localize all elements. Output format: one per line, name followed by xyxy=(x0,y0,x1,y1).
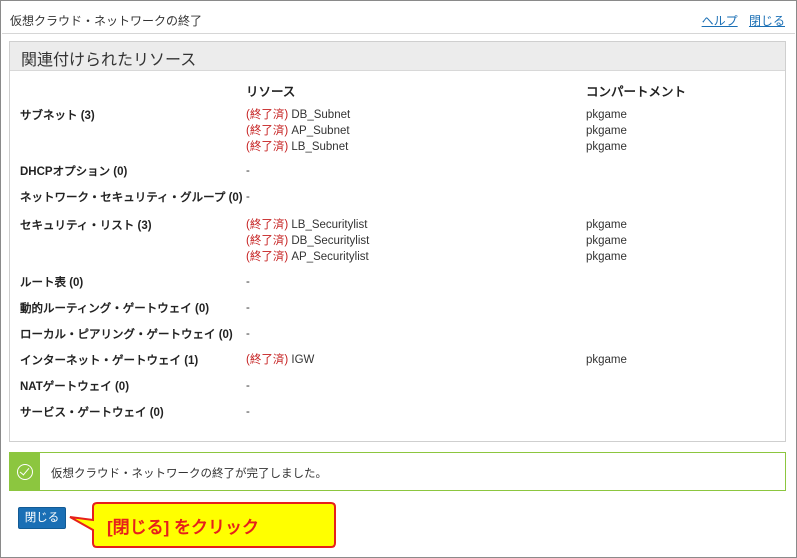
resource-list: - xyxy=(246,300,250,316)
resource-name: LB_Securitylist xyxy=(291,219,368,231)
success-message: 仮想クラウド・ネットワークの終了が完了しました。 xyxy=(51,468,327,480)
resource-type-label: ルート表 (0) xyxy=(20,277,84,289)
panel-heading: 関連付けられたリソース xyxy=(10,42,785,71)
terminated-status: (終了済) xyxy=(246,125,289,137)
empty-value: - xyxy=(246,328,250,340)
close-button[interactable]: 閉じる xyxy=(18,507,66,529)
compartment-name: pkgame xyxy=(586,109,627,121)
resource-item: (終了済) DB_Subnet xyxy=(246,107,350,123)
callout-annotation: [閉じる] をクリック xyxy=(67,500,337,550)
header-links: ヘルプ 閉じる xyxy=(694,12,785,29)
resource-list: (終了済) LB_Securitylist (終了済) DB_Securityli… xyxy=(246,217,369,265)
resource-item: (終了済) AP_Securitylist xyxy=(246,249,369,265)
help-link[interactable]: ヘルプ xyxy=(702,14,738,28)
compartment-list: pkgame pkgame pkgame xyxy=(586,217,627,265)
resource-list: - xyxy=(246,274,250,290)
check-circle-icon xyxy=(17,464,33,480)
empty-value: - xyxy=(246,276,250,288)
resource-item: (終了済) DB_Securitylist xyxy=(246,233,369,249)
terminated-status: (終了済) xyxy=(246,141,289,153)
resource-name: AP_Subnet xyxy=(291,125,350,137)
compartment-list: pkgame xyxy=(586,352,627,368)
terminated-status: (終了済) xyxy=(246,251,289,263)
resource-type-label: セキュリティ・リスト (3) xyxy=(20,220,152,232)
resource-list: - xyxy=(246,378,250,394)
close-link[interactable]: 閉じる xyxy=(749,14,785,28)
resource-name: IGW xyxy=(291,354,315,366)
callout-text: [閉じる] をクリック xyxy=(107,518,260,537)
compartment-name: pkgame xyxy=(586,219,627,231)
resource-type-label: サブネット (3) xyxy=(20,110,95,122)
dialog-frame: 仮想クラウド・ネットワークの終了 ヘルプ 閉じる 関連付けられたリソース リソー… xyxy=(0,0,797,558)
terminated-status: (終了済) xyxy=(246,235,289,247)
empty-value: - xyxy=(246,380,250,392)
dialog-header: 仮想クラウド・ネットワークの終了 ヘルプ 閉じる xyxy=(2,2,795,34)
resource-item: (終了済) LB_Subnet xyxy=(246,139,350,155)
resource-type-label: NATゲートウェイ (0) xyxy=(20,381,130,393)
success-banner: 仮想クラウド・ネットワークの終了が完了しました。 xyxy=(9,452,786,491)
empty-value: - xyxy=(246,406,250,418)
resource-name: LB_Subnet xyxy=(291,141,349,153)
resource-type-label: インターネット・ゲートウェイ (1) xyxy=(20,355,199,367)
empty-value: - xyxy=(246,302,250,314)
resource-list: (終了済) IGW xyxy=(246,352,314,368)
resource-type-label: サービス・ゲートウェイ (0) xyxy=(20,407,164,419)
compartment-name: pkgame xyxy=(586,354,627,366)
resource-type-label: 動的ルーティング・ゲートウェイ (0) xyxy=(20,303,210,315)
resource-type-label: ネットワーク・セキュリティ・グループ (0) xyxy=(20,192,243,204)
success-icon-box xyxy=(10,453,40,490)
resource-list: - xyxy=(246,163,250,179)
resource-type-label: DHCPオプション (0) xyxy=(20,166,128,178)
resource-item: (終了済) IGW xyxy=(246,352,314,368)
resource-list: (終了済) DB_Subnet (終了済) AP_Subnet (終了済) LB_S… xyxy=(246,107,350,155)
resource-name: DB_Subnet xyxy=(291,109,351,121)
terminated-status: (終了済) xyxy=(246,354,289,366)
resource-item: (終了済) AP_Subnet xyxy=(246,123,350,139)
associated-resources-panel: 関連付けられたリソース リソース コンパートメント サブネット (3) (終了済)… xyxy=(9,41,786,442)
column-header-resource: リソース xyxy=(246,85,296,99)
compartment-name: pkgame xyxy=(586,125,627,137)
resource-list: - xyxy=(246,326,250,342)
terminated-status: (終了済) xyxy=(246,219,289,231)
resource-list: - xyxy=(246,189,250,205)
resource-item: (終了済) LB_Securitylist xyxy=(246,217,369,233)
compartment-name: pkgame xyxy=(586,251,627,263)
compartment-name: pkgame xyxy=(586,235,627,247)
compartment-list: pkgame pkgame pkgame xyxy=(586,107,627,155)
terminated-status: (終了済) xyxy=(246,109,289,121)
resource-name: DB_Securitylist xyxy=(291,235,370,247)
resource-name: AP_Securitylist xyxy=(291,251,369,263)
resource-type-label: ローカル・ピアリング・ゲートウェイ (0) xyxy=(20,329,233,341)
empty-value: - xyxy=(246,165,250,177)
column-header-compartment: コンパートメント xyxy=(586,85,687,99)
compartment-name: pkgame xyxy=(586,141,627,153)
dialog-title: 仮想クラウド・ネットワークの終了 xyxy=(10,14,203,28)
empty-value: - xyxy=(246,191,250,203)
resource-list: - xyxy=(246,404,250,420)
